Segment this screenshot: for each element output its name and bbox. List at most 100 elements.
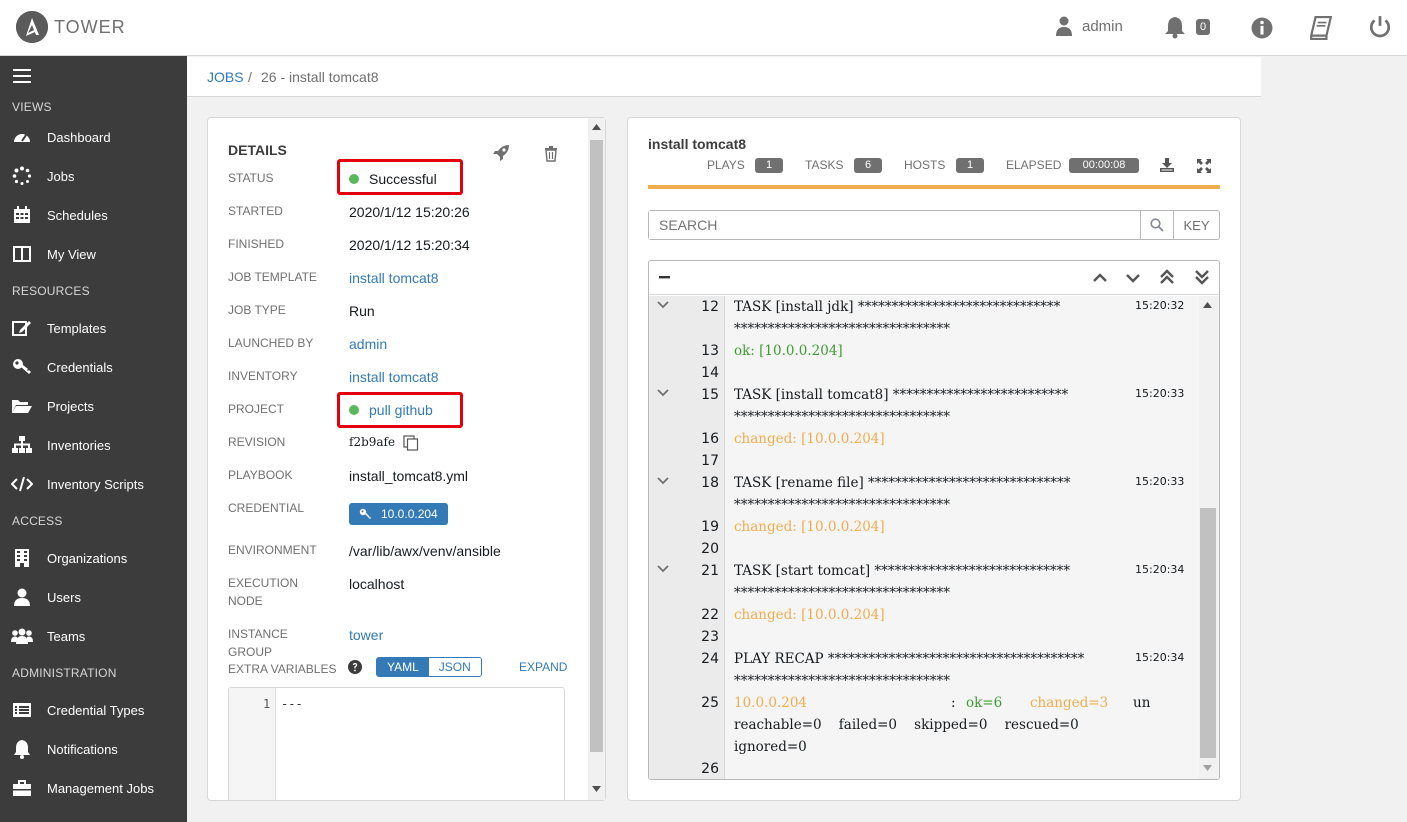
revision-value: f2b9afe bbox=[349, 435, 419, 451]
task-timestamp: 15:20:34 bbox=[1135, 563, 1185, 576]
output-search: KEY bbox=[648, 210, 1220, 240]
environment-value: /var/lib/awx/venv/ansible bbox=[349, 543, 501, 559]
instance-group-link[interactable]: tower bbox=[349, 627, 383, 643]
line-number: 17 bbox=[701, 453, 719, 469]
highlight-box-project bbox=[337, 392, 463, 428]
playbook-value: install_tomcat8.yml bbox=[349, 468, 469, 484]
bell-icon bbox=[11, 740, 33, 759]
line-number: 12 bbox=[701, 299, 719, 315]
task-timestamp: 15:20:32 bbox=[1135, 299, 1185, 312]
sidebar-item-dashboard[interactable]: Dashboard bbox=[0, 121, 187, 153]
sidebar-item-my-view[interactable]: My View bbox=[0, 238, 187, 270]
scroll-up-arrow-icon[interactable] bbox=[1203, 302, 1212, 308]
credential-value: 10.0.0.204 bbox=[381, 507, 438, 521]
collapse-task-chevron-icon[interactable] bbox=[657, 565, 669, 573]
job-template-link[interactable]: install tomcat8 bbox=[349, 270, 438, 286]
jobs-spinner-icon bbox=[11, 166, 33, 185]
sidebar-item-teams[interactable]: Teams bbox=[0, 620, 187, 652]
expand-link[interactable]: EXPAND bbox=[519, 660, 567, 674]
ansible-logo-icon[interactable] bbox=[16, 11, 48, 43]
info-icon[interactable] bbox=[1251, 16, 1273, 40]
documentation-book-icon[interactable] bbox=[1310, 16, 1332, 40]
details-scrollbar[interactable] bbox=[588, 118, 605, 800]
recap-line-2: reachable=0 failed=0 skipped=0 rescued=0 bbox=[734, 717, 1079, 733]
collapse-task-chevron-icon[interactable] bbox=[657, 477, 669, 485]
sidebar-item-projects[interactable]: Projects bbox=[0, 390, 187, 422]
extra-variables-editor[interactable]: 1 --- bbox=[228, 687, 565, 800]
key-button[interactable]: KEY bbox=[1173, 211, 1219, 239]
fullscreen-expand-icon[interactable] bbox=[1197, 159, 1211, 173]
delete-trash-icon[interactable] bbox=[544, 146, 558, 162]
chevron-up-icon[interactable] bbox=[1093, 273, 1107, 283]
edit-pencil-icon bbox=[11, 319, 33, 337]
editor-line-number: 1 bbox=[263, 697, 271, 711]
sidebar-item-label: Management Jobs bbox=[47, 780, 154, 796]
search-button[interactable] bbox=[1140, 211, 1173, 239]
search-icon bbox=[1150, 218, 1164, 232]
copy-icon[interactable] bbox=[403, 435, 419, 451]
relaunch-rocket-icon[interactable] bbox=[492, 144, 510, 162]
sidebar-item-credential-types[interactable]: Credential Types bbox=[0, 694, 187, 726]
double-chevron-up-icon[interactable] bbox=[1160, 269, 1174, 285]
dashboard-gauge-icon bbox=[11, 128, 33, 146]
console-scrollbar[interactable] bbox=[1199, 296, 1217, 779]
sidebar-item-inventories[interactable]: Inventories bbox=[0, 429, 187, 461]
chevron-down-icon[interactable] bbox=[1126, 273, 1140, 283]
console-scroll-thumb[interactable] bbox=[1200, 508, 1216, 758]
instance-group-label: INSTANCE GROUP bbox=[228, 627, 288, 659]
job-template-label: JOB TEMPLATE bbox=[228, 270, 317, 284]
inventory-link[interactable]: install tomcat8 bbox=[349, 369, 438, 385]
sidebar-item-inventory-scripts[interactable]: Inventory Scripts bbox=[0, 468, 187, 500]
scroll-down-arrow-icon[interactable] bbox=[1203, 765, 1212, 771]
launched-by-link[interactable]: admin bbox=[349, 336, 387, 352]
user-name: admin bbox=[1082, 17, 1123, 35]
json-toggle-button[interactable]: JSON bbox=[428, 658, 481, 676]
sidebar-item-schedules[interactable]: Schedules bbox=[0, 199, 187, 231]
sidebar-item-templates[interactable]: Templates bbox=[0, 312, 187, 344]
double-chevron-down-icon[interactable] bbox=[1195, 269, 1209, 285]
sidebar-item-users[interactable]: Users bbox=[0, 581, 187, 613]
sidebar-item-label: Projects bbox=[47, 398, 94, 414]
execution-node-value: localhost bbox=[349, 576, 405, 592]
sidebar-item-label: Inventory Scripts bbox=[47, 476, 144, 492]
sidebar-item-label: Users bbox=[47, 589, 81, 605]
sidebar-item-label: Organizations bbox=[47, 550, 128, 566]
credential-tag[interactable]: 10.0.0.204 bbox=[349, 503, 448, 525]
inventory-label: INVENTORY bbox=[228, 369, 298, 383]
job-details-panel: DETAILS STATUS Successful STARTED 2020/1… bbox=[207, 117, 606, 801]
sidebar-item-jobs[interactable]: Jobs bbox=[0, 160, 187, 192]
breadcrumb-jobs-link[interactable]: JOBS bbox=[207, 69, 244, 85]
sidebar-item-notifications[interactable]: Notifications bbox=[0, 733, 187, 765]
yaml-toggle-button[interactable]: YAML bbox=[377, 658, 429, 676]
scroll-up-arrow-icon[interactable] bbox=[592, 124, 601, 130]
status-label: STATUS bbox=[228, 171, 274, 185]
collapse-task-chevron-icon[interactable] bbox=[657, 301, 669, 309]
download-icon[interactable] bbox=[1160, 158, 1174, 172]
scroll-down-arrow-icon[interactable] bbox=[592, 786, 601, 792]
sidebar-item-credentials[interactable]: Credentials bbox=[0, 351, 187, 383]
hamburger-menu-icon[interactable] bbox=[13, 69, 31, 83]
extra-variables-label: EXTRA VARIABLES bbox=[228, 662, 337, 676]
search-input[interactable] bbox=[649, 211, 1140, 239]
revision-text: f2b9afe bbox=[349, 435, 396, 449]
execution-node-label: EXECUTION NODE bbox=[228, 574, 333, 610]
ok-line: ok: [10.0.0.204] bbox=[734, 343, 843, 359]
sitemap-icon bbox=[11, 436, 33, 454]
user-menu[interactable]: admin bbox=[1056, 16, 1123, 36]
recap-host: 10.0.0.204 bbox=[734, 695, 807, 711]
briefcase-icon bbox=[11, 779, 33, 797]
breadcrumb-current: 26 - install tomcat8 bbox=[261, 69, 379, 85]
collapse-all-minus-icon[interactable] bbox=[659, 276, 670, 279]
power-logout-icon[interactable] bbox=[1369, 15, 1391, 39]
collapse-task-chevron-icon[interactable] bbox=[657, 389, 669, 397]
task-line-continuation: ******************************** bbox=[734, 497, 950, 513]
changed-line: changed: [10.0.0.204] bbox=[734, 519, 885, 535]
sidebar-item-organizations[interactable]: Organizations bbox=[0, 542, 187, 574]
sidebar-item-management-jobs[interactable]: Management Jobs bbox=[0, 772, 187, 804]
bell-icon[interactable] bbox=[1164, 15, 1186, 39]
started-label: STARTED bbox=[228, 204, 283, 218]
notification-count-badge[interactable]: 0 bbox=[1196, 19, 1211, 35]
help-question-icon[interactable] bbox=[348, 660, 362, 674]
sidebar-item-label: Templates bbox=[47, 320, 107, 336]
details-scroll-thumb[interactable] bbox=[590, 140, 603, 752]
